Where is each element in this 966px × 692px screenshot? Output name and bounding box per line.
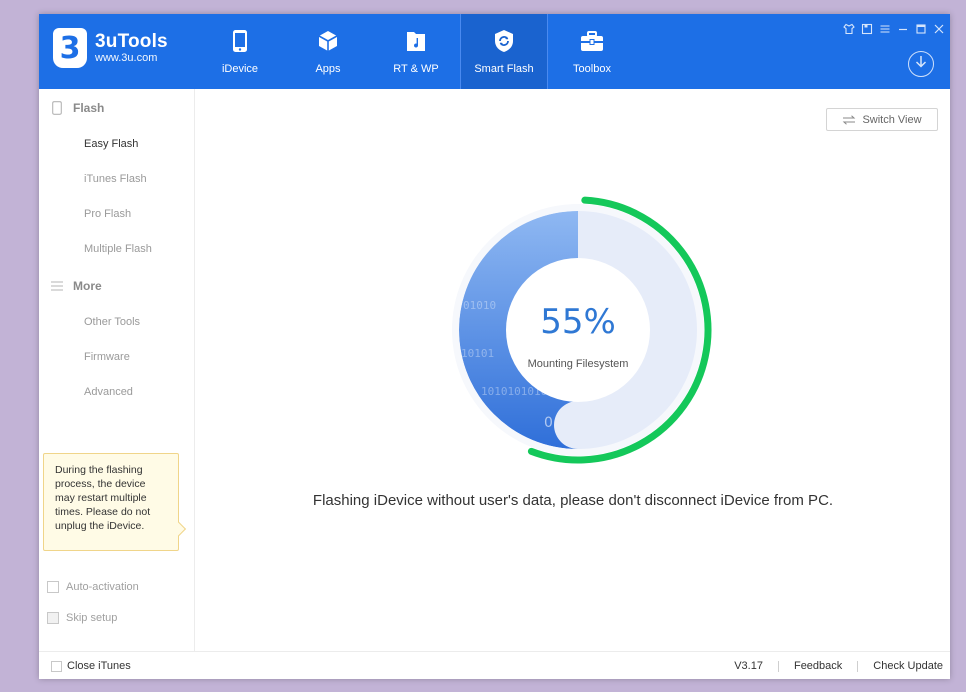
sidebar-item-easy-flash[interactable]: Easy Flash	[84, 138, 138, 150]
download-button[interactable]	[908, 51, 934, 77]
nav-rt-wp[interactable]: RT & WP	[372, 14, 460, 89]
window-controls	[842, 22, 946, 36]
app-subtitle: www.3u.com	[95, 51, 158, 64]
skin-icon[interactable]	[842, 22, 856, 36]
sidebar-item-itunes-flash[interactable]: iTunes Flash	[84, 173, 147, 185]
list-icon	[50, 279, 64, 293]
nav-label: Apps	[315, 63, 341, 75]
phone-outline-icon	[50, 101, 64, 115]
sidebar-item-multiple-flash[interactable]: Multiple Flash	[84, 243, 152, 255]
feedback-icon[interactable]	[860, 22, 874, 36]
sidebar-item-pro-flash[interactable]: Pro Flash	[84, 208, 131, 220]
main-nav: iDevice Apps RT & WP Smart Flash Toolbox	[196, 14, 636, 89]
progress-stage: Mounting Filesystem	[527, 358, 629, 370]
checkbox-label: Auto-activation	[66, 581, 139, 593]
feedback-link[interactable]: Feedback	[794, 660, 842, 672]
checkbox-label: Skip setup	[66, 612, 118, 624]
progress-percent: 55%	[540, 302, 616, 342]
switch-view-button[interactable]: Switch View	[826, 108, 938, 131]
nav-label: iDevice	[221, 63, 259, 75]
checkbox-box[interactable]	[51, 660, 62, 672]
switch-view-label: Switch View	[862, 113, 922, 126]
tip-text: During the flashing process, the device …	[55, 464, 151, 532]
logo-badge: 3	[53, 28, 87, 68]
nav-label: Smart Flash	[474, 63, 534, 75]
maximize-icon[interactable]	[914, 22, 928, 36]
sidebar-section-more: More	[50, 279, 102, 293]
checkbox-label: Close iTunes	[67, 660, 131, 672]
app-window: 3 3uTools www.3u.com iDevice Apps RT & W…	[39, 14, 950, 679]
nav-idevice[interactable]: iDevice	[196, 14, 284, 89]
checkbox-box[interactable]	[47, 612, 59, 624]
nav-label: RT & WP	[393, 63, 439, 75]
check-update-link[interactable]: Check Update	[873, 660, 943, 672]
title-bar: 3 3uTools www.3u.com iDevice Apps RT & W…	[39, 14, 950, 89]
phone-icon	[227, 28, 253, 54]
ring-cap	[554, 401, 602, 449]
binary-line: 0	[544, 415, 553, 431]
section-heading: More	[73, 279, 102, 293]
section-heading: Flash	[73, 101, 105, 115]
app-title: 3uTools	[95, 30, 168, 52]
sidebar-item-other-tools[interactable]: Other Tools	[84, 316, 140, 328]
menu-icon[interactable]	[878, 22, 892, 36]
flash-tip: During the flashing process, the device …	[43, 453, 187, 551]
close-itunes-checkbox[interactable]: Close iTunes	[51, 660, 131, 672]
footer-links: V3.17 Feedback Check Update	[734, 660, 943, 672]
sidebar-item-advanced[interactable]: Advanced	[84, 386, 133, 398]
skip-setup-checkbox[interactable]: Skip setup	[47, 612, 117, 624]
music-file-icon	[403, 28, 429, 54]
nav-toolbox[interactable]: Toolbox	[548, 14, 636, 89]
app-logo: 3 3uTools www.3u.com	[53, 28, 168, 68]
sidebar-item-firmware[interactable]: Firmware	[84, 351, 130, 363]
switch-arrows-icon	[842, 114, 856, 125]
close-icon[interactable]	[932, 22, 946, 36]
toolbox-icon	[579, 28, 605, 54]
nav-label: Toolbox	[573, 63, 611, 75]
shield-flash-icon	[491, 28, 517, 54]
sidebar: Flash Easy Flash iTunes Flash Pro Flash …	[39, 89, 195, 651]
flash-message: Flashing iDevice without user's data, pl…	[312, 492, 834, 509]
nav-smart-flash[interactable]: Smart Flash	[460, 14, 548, 89]
status-bar: Close iTunes V3.17 Feedback Check Update	[39, 651, 950, 679]
tip-arrow	[171, 521, 187, 537]
version-label: V3.17	[734, 660, 763, 672]
main-panel: Switch View 01010 10101 1010101010 0 55%…	[196, 89, 950, 651]
cube-icon	[315, 28, 341, 54]
minimize-icon[interactable]	[896, 22, 910, 36]
checkbox-box[interactable]	[47, 581, 59, 593]
download-icon	[915, 55, 927, 74]
auto-activation-checkbox[interactable]: Auto-activation	[47, 581, 139, 593]
separator	[857, 660, 859, 672]
separator	[777, 660, 779, 672]
nav-apps[interactable]: Apps	[284, 14, 372, 89]
sidebar-section-flash: Flash	[50, 101, 104, 115]
